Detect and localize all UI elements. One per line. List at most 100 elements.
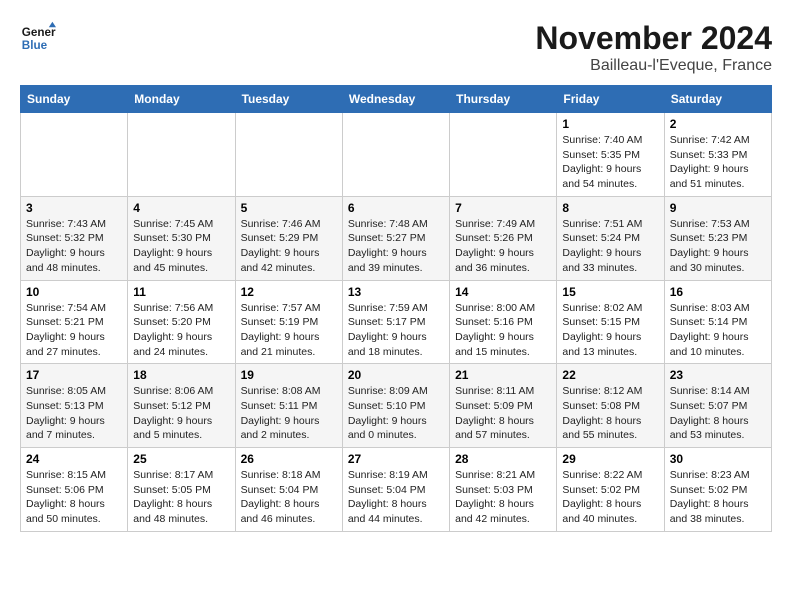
day-number: 15 xyxy=(562,285,658,299)
calendar-cell: 18 Sunrise: 8:06 AM Sunset: 5:12 PM Dayli… xyxy=(128,364,235,448)
weekday-header-wednesday: Wednesday xyxy=(342,86,449,113)
day-number: 17 xyxy=(26,368,122,382)
calendar-week-1: 1 Sunrise: 7:40 AM Sunset: 5:35 PM Daylig… xyxy=(21,113,772,197)
weekday-header-friday: Friday xyxy=(557,86,664,113)
calendar-cell: 30Sunrise: 8:23 AM Sunset: 5:02 PM Dayli… xyxy=(664,448,771,532)
calendar-week-5: 24 Sunrise: 8:15 AM Sunset: 5:06 PM Dayli… xyxy=(21,448,772,532)
calendar-cell: 10Sunrise: 7:54 AM Sunset: 5:21 PM Dayli… xyxy=(21,280,128,364)
day-info: Sunrise: 8:15 AM Sunset: 5:06 PM Dayligh… xyxy=(26,468,122,527)
calendar-cell: 11Sunrise: 7:56 AM Sunset: 5:20 PM Dayli… xyxy=(128,280,235,364)
day-info: Sunrise: 8:18 AM Sunset: 5:04 PM Dayligh… xyxy=(241,468,337,527)
logo-icon: General Blue xyxy=(20,20,56,56)
day-info: Sunrise: 7:54 AM Sunset: 5:21 PM Dayligh… xyxy=(26,301,122,360)
calendar-cell xyxy=(128,113,235,197)
day-number: 28 xyxy=(455,452,551,466)
weekday-header-row: SundayMondayTuesdayWednesdayThursdayFrid… xyxy=(21,86,772,113)
day-number: 8 xyxy=(562,201,658,215)
calendar-cell: 24 Sunrise: 8:15 AM Sunset: 5:06 PM Dayli… xyxy=(21,448,128,532)
day-info: Sunrise: 8:06 AM Sunset: 5:12 PM Dayligh… xyxy=(133,384,229,443)
calendar-cell: 2 Sunrise: 7:42 AM Sunset: 5:33 PM Daylig… xyxy=(664,113,771,197)
day-info: Sunrise: 7:43 AM Sunset: 5:32 PM Dayligh… xyxy=(26,217,122,276)
day-info: Sunrise: 8:12 AM Sunset: 5:08 PM Dayligh… xyxy=(562,384,658,443)
calendar-cell: 28 Sunrise: 8:21 AM Sunset: 5:03 PM Dayli… xyxy=(450,448,557,532)
day-number: 29 xyxy=(562,452,658,466)
svg-text:Blue: Blue xyxy=(22,39,48,52)
day-info: Sunrise: 8:21 AM Sunset: 5:03 PM Dayligh… xyxy=(455,468,551,527)
day-info: Sunrise: 7:51 AM Sunset: 5:24 PM Dayligh… xyxy=(562,217,658,276)
calendar-cell: 21 Sunrise: 8:11 AM Sunset: 5:09 PM Dayli… xyxy=(450,364,557,448)
day-info: Sunrise: 8:23 AM Sunset: 5:02 PM Dayligh… xyxy=(670,468,766,527)
day-info: Sunrise: 7:59 AM Sunset: 5:17 PM Dayligh… xyxy=(348,301,444,360)
day-info: Sunrise: 7:49 AM Sunset: 5:26 PM Dayligh… xyxy=(455,217,551,276)
weekday-header-monday: Monday xyxy=(128,86,235,113)
header: General Blue November 2024 Bailleau-l'Ev… xyxy=(20,20,772,75)
calendar-cell: 16 Sunrise: 8:03 AM Sunset: 5:14 PM Dayli… xyxy=(664,280,771,364)
day-info: Sunrise: 8:05 AM Sunset: 5:13 PM Dayligh… xyxy=(26,384,122,443)
day-info: Sunrise: 8:11 AM Sunset: 5:09 PM Dayligh… xyxy=(455,384,551,443)
day-number: 14 xyxy=(455,285,551,299)
logo: General Blue xyxy=(20,20,60,56)
calendar-cell: 6Sunrise: 7:48 AM Sunset: 5:27 PM Daylig… xyxy=(342,196,449,280)
title-section: November 2024 Bailleau-l'Eveque, France xyxy=(535,20,772,75)
calendar-cell xyxy=(342,113,449,197)
day-number: 7 xyxy=(455,201,551,215)
calendar-cell: 29Sunrise: 8:22 AM Sunset: 5:02 PM Dayli… xyxy=(557,448,664,532)
day-number: 9 xyxy=(670,201,766,215)
svg-text:General: General xyxy=(22,26,56,39)
day-number: 23 xyxy=(670,368,766,382)
month-title: November 2024 xyxy=(535,20,772,57)
day-number: 3 xyxy=(26,201,122,215)
calendar-week-2: 3 Sunrise: 7:43 AM Sunset: 5:32 PM Daylig… xyxy=(21,196,772,280)
day-info: Sunrise: 8:14 AM Sunset: 5:07 PM Dayligh… xyxy=(670,384,766,443)
day-info: Sunrise: 7:40 AM Sunset: 5:35 PM Dayligh… xyxy=(562,133,658,192)
calendar-cell xyxy=(21,113,128,197)
weekday-header-sunday: Sunday xyxy=(21,86,128,113)
day-info: Sunrise: 7:53 AM Sunset: 5:23 PM Dayligh… xyxy=(670,217,766,276)
calendar-cell: 26 Sunrise: 8:18 AM Sunset: 5:04 PM Dayli… xyxy=(235,448,342,532)
day-info: Sunrise: 8:09 AM Sunset: 5:10 PM Dayligh… xyxy=(348,384,444,443)
calendar-table: SundayMondayTuesdayWednesdayThursdayFrid… xyxy=(20,85,772,532)
calendar-cell: 20Sunrise: 8:09 AM Sunset: 5:10 PM Dayli… xyxy=(342,364,449,448)
day-number: 24 xyxy=(26,452,122,466)
day-info: Sunrise: 8:03 AM Sunset: 5:14 PM Dayligh… xyxy=(670,301,766,360)
location-title: Bailleau-l'Eveque, France xyxy=(535,57,772,75)
calendar-week-3: 10Sunrise: 7:54 AM Sunset: 5:21 PM Dayli… xyxy=(21,280,772,364)
day-number: 1 xyxy=(562,117,658,131)
calendar-cell: 1 Sunrise: 7:40 AM Sunset: 5:35 PM Daylig… xyxy=(557,113,664,197)
calendar-cell xyxy=(450,113,557,197)
calendar-cell: 15 Sunrise: 8:02 AM Sunset: 5:15 PM Dayli… xyxy=(557,280,664,364)
day-number: 19 xyxy=(241,368,337,382)
day-number: 18 xyxy=(133,368,229,382)
calendar-cell: 25 Sunrise: 8:17 AM Sunset: 5:05 PM Dayli… xyxy=(128,448,235,532)
calendar-cell xyxy=(235,113,342,197)
day-info: Sunrise: 8:02 AM Sunset: 5:15 PM Dayligh… xyxy=(562,301,658,360)
day-info: Sunrise: 8:08 AM Sunset: 5:11 PM Dayligh… xyxy=(241,384,337,443)
calendar-cell: 9 Sunrise: 7:53 AM Sunset: 5:23 PM Daylig… xyxy=(664,196,771,280)
calendar-cell: 3 Sunrise: 7:43 AM Sunset: 5:32 PM Daylig… xyxy=(21,196,128,280)
day-number: 12 xyxy=(241,285,337,299)
day-info: Sunrise: 8:19 AM Sunset: 5:04 PM Dayligh… xyxy=(348,468,444,527)
day-info: Sunrise: 7:42 AM Sunset: 5:33 PM Dayligh… xyxy=(670,133,766,192)
day-number: 16 xyxy=(670,285,766,299)
day-info: Sunrise: 8:17 AM Sunset: 5:05 PM Dayligh… xyxy=(133,468,229,527)
calendar-week-4: 17 Sunrise: 8:05 AM Sunset: 5:13 PM Dayli… xyxy=(21,364,772,448)
day-info: Sunrise: 7:46 AM Sunset: 5:29 PM Dayligh… xyxy=(241,217,337,276)
calendar-cell: 19 Sunrise: 8:08 AM Sunset: 5:11 PM Dayli… xyxy=(235,364,342,448)
day-number: 2 xyxy=(670,117,766,131)
calendar-cell: 5Sunrise: 7:46 AM Sunset: 5:29 PM Daylig… xyxy=(235,196,342,280)
calendar-cell: 14 Sunrise: 8:00 AM Sunset: 5:16 PM Dayli… xyxy=(450,280,557,364)
day-number: 21 xyxy=(455,368,551,382)
calendar-cell: 12Sunrise: 7:57 AM Sunset: 5:19 PM Dayli… xyxy=(235,280,342,364)
day-number: 4 xyxy=(133,201,229,215)
calendar-body: 1 Sunrise: 7:40 AM Sunset: 5:35 PM Daylig… xyxy=(21,113,772,532)
day-info: Sunrise: 7:45 AM Sunset: 5:30 PM Dayligh… xyxy=(133,217,229,276)
calendar-cell: 27Sunrise: 8:19 AM Sunset: 5:04 PM Dayli… xyxy=(342,448,449,532)
calendar-cell: 17 Sunrise: 8:05 AM Sunset: 5:13 PM Dayli… xyxy=(21,364,128,448)
day-info: Sunrise: 8:00 AM Sunset: 5:16 PM Dayligh… xyxy=(455,301,551,360)
day-number: 25 xyxy=(133,452,229,466)
calendar-cell: 8 Sunrise: 7:51 AM Sunset: 5:24 PM Daylig… xyxy=(557,196,664,280)
calendar-cell: 7 Sunrise: 7:49 AM Sunset: 5:26 PM Daylig… xyxy=(450,196,557,280)
day-number: 26 xyxy=(241,452,337,466)
weekday-header-tuesday: Tuesday xyxy=(235,86,342,113)
calendar-cell: 23 Sunrise: 8:14 AM Sunset: 5:07 PM Dayli… xyxy=(664,364,771,448)
